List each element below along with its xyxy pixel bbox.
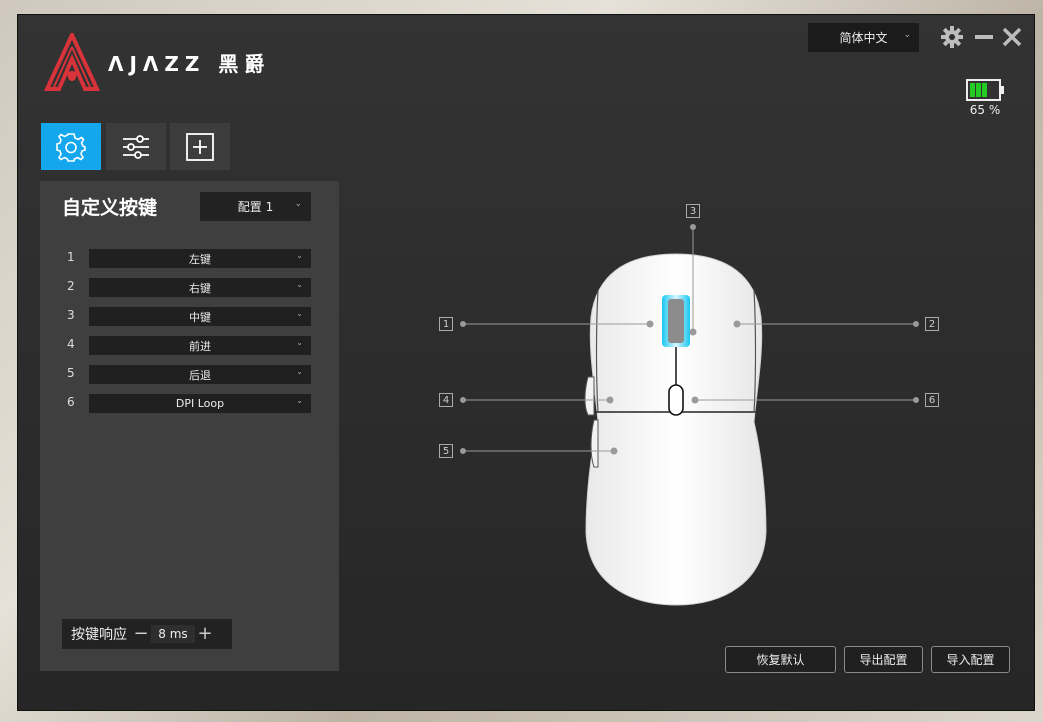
mouse-illustration: [460, 224, 919, 606]
button-1-value: 左键: [189, 252, 211, 266]
button-3-select[interactable]: 中键 ⌄: [89, 307, 311, 326]
minimize-icon[interactable]: [972, 25, 996, 49]
button-row-2: 2 右键 ⌄: [62, 278, 312, 297]
restore-defaults-button[interactable]: 恢复默认: [725, 646, 836, 673]
settings-gear-icon[interactable]: [940, 25, 964, 49]
chevron-down-icon: ⌄: [296, 367, 303, 376]
button-4-value: 前进: [189, 339, 211, 353]
button-number: 4: [67, 337, 75, 351]
panel-title: 自定义按键: [62, 197, 158, 219]
brand-logo: ΛJΛZZ 黑爵: [44, 31, 270, 93]
tab-button-sliders[interactable]: [106, 123, 166, 170]
callout-3[interactable]: 3: [686, 204, 700, 218]
tab-button-macro[interactable]: [170, 123, 230, 170]
chevron-down-icon: ⌄: [294, 199, 302, 209]
close-icon[interactable]: [1000, 25, 1024, 49]
chevron-down-icon: ⌄: [296, 280, 303, 289]
brand-name: ΛJΛZZ 黑爵: [108, 51, 271, 76]
export-config-button[interactable]: 导出配置: [844, 646, 923, 673]
import-config-button[interactable]: 导入配置: [931, 646, 1010, 673]
button-row-3: 3 中键 ⌄: [62, 307, 312, 326]
button-5-select[interactable]: 后退 ⌄: [89, 365, 311, 384]
gear-icon: [56, 132, 86, 162]
button-row-6: 6 DPI Loop ⌄: [62, 394, 312, 413]
battery-bar: [976, 83, 981, 97]
button-number: 1: [67, 250, 75, 264]
callout-2[interactable]: 2: [925, 317, 939, 331]
battery-percent: 65 %: [969, 103, 1001, 117]
increase-response-button[interactable]: +: [197, 625, 213, 643]
button-row-4: 4 前进 ⌄: [62, 336, 312, 355]
button-2-select[interactable]: 右键 ⌄: [89, 278, 311, 297]
chevron-down-icon: ⌄: [296, 309, 303, 318]
callout-4[interactable]: 4: [439, 393, 453, 407]
response-time-control: 按键响应 − 8 ms +: [62, 619, 232, 649]
button-6-value: DPI Loop: [175, 397, 225, 410]
language-label: 简体中文: [839, 31, 888, 45]
button-1-select[interactable]: 左键 ⌄: [89, 249, 311, 268]
button-row-5: 5 后退 ⌄: [62, 365, 312, 384]
battery-icon: [966, 79, 1006, 105]
chevron-down-icon: ⌄: [903, 30, 911, 40]
button-row-1: 1 左键 ⌄: [62, 249, 312, 268]
battery-bar: [970, 83, 975, 97]
response-label: 按键响应: [71, 627, 127, 643]
profile-select[interactable]: 配置 1 ⌄: [200, 192, 311, 221]
profile-label: 配置 1: [237, 200, 274, 214]
chevron-down-icon: ⌄: [296, 396, 303, 405]
button-number: 6: [67, 395, 75, 409]
button-number: 3: [67, 308, 75, 322]
callout-5[interactable]: 5: [439, 444, 453, 458]
chevron-down-icon: ⌄: [296, 251, 303, 260]
button-3-value: 中键: [189, 310, 211, 324]
decrease-response-button[interactable]: −: [133, 625, 149, 643]
mouse-diagram: 1 2 3 4 6 5: [418, 187, 939, 617]
button-5-value: 后退: [189, 368, 211, 382]
button-number: 2: [67, 279, 75, 293]
sliders-icon: [123, 134, 149, 159]
chevron-down-icon: ⌄: [296, 338, 303, 347]
button-2-value: 右键: [189, 281, 211, 295]
macro-plus-icon: [186, 132, 214, 161]
button-6-select[interactable]: DPI Loop ⌄: [89, 394, 311, 413]
app-window: ΛJΛZZ 黑爵 简体中文 ⌄ 65 % 自定义按键 配置 1 ⌄ 1 左键 ⌄…: [17, 14, 1035, 711]
custom-buttons-panel: 自定义按键 配置 1 ⌄ 1 左键 ⌄ 2 右键 ⌄ 3 中键 ⌄ 4 前进 ⌄…: [40, 181, 339, 671]
response-value[interactable]: 8 ms: [151, 625, 195, 643]
button-number: 5: [67, 366, 75, 380]
callout-6[interactable]: 6: [925, 393, 939, 407]
ajazz-logo-icon: [44, 33, 100, 91]
language-select[interactable]: 简体中文 ⌄: [808, 23, 919, 52]
battery-bar: [982, 83, 987, 97]
callout-1[interactable]: 1: [439, 317, 453, 331]
button-4-select[interactable]: 前进 ⌄: [89, 336, 311, 355]
tab-button-settings[interactable]: [41, 123, 101, 170]
